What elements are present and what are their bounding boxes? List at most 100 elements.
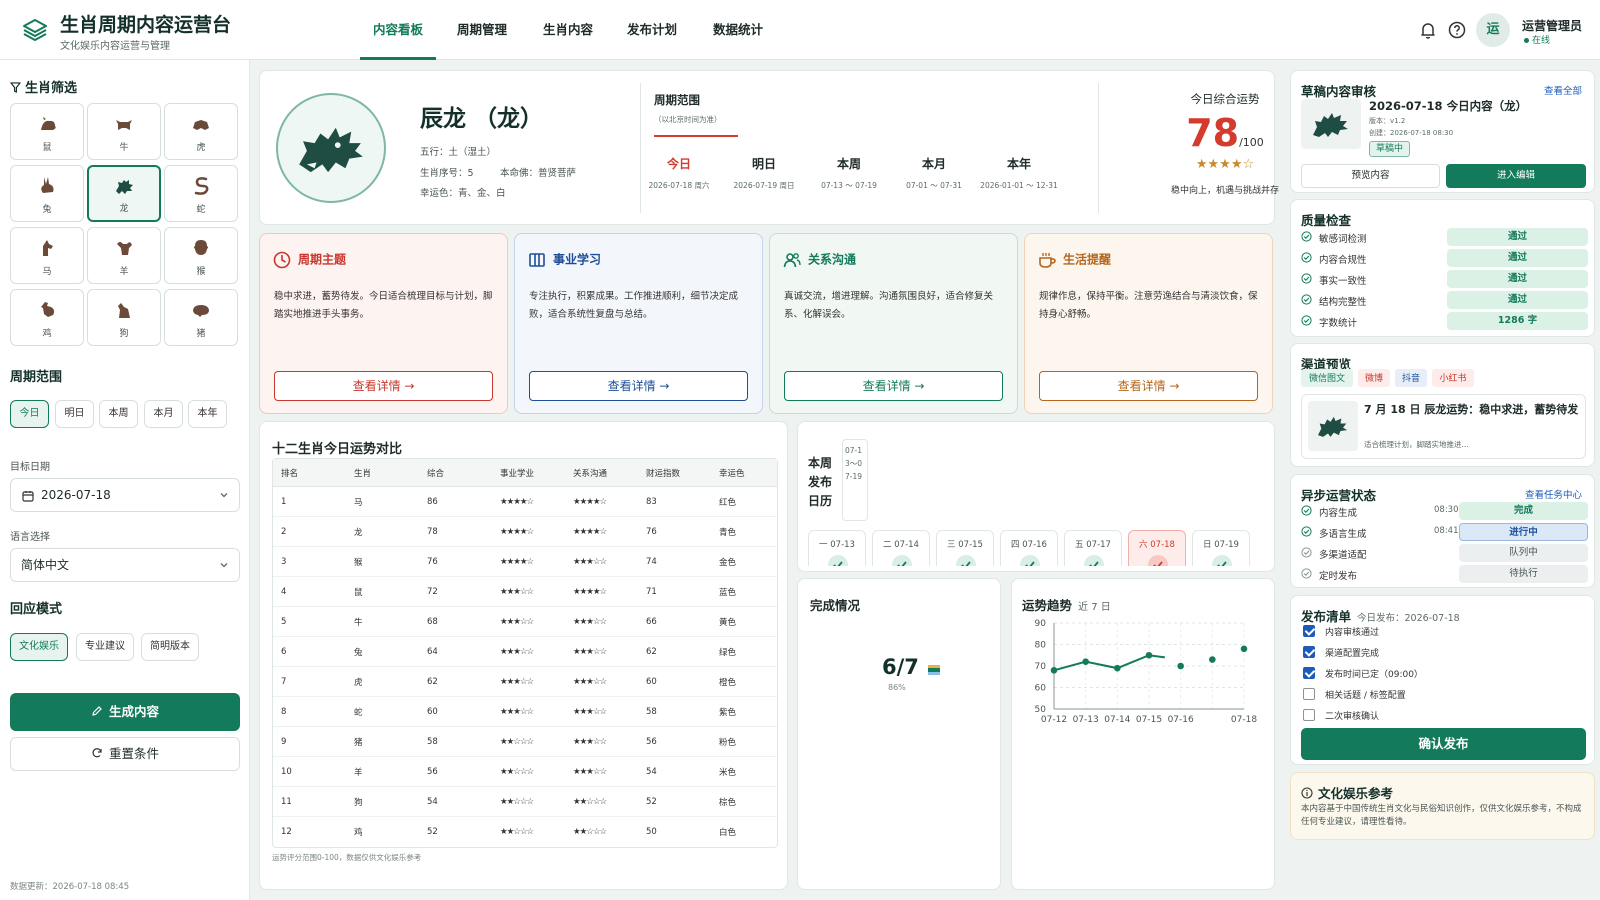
target-date-picker[interactable]: 2026-07-18 [10,478,240,512]
checkbox[interactable] [1303,646,1315,658]
quality-check-label: 事实一致性 [1319,276,1367,287]
data-point[interactable] [1177,662,1184,670]
theme-detail-button[interactable]: 查看详情 → [529,371,748,401]
user-avatar[interactable]: 运 [1476,13,1510,47]
zodiac-option-4[interactable]: 兔 [10,165,84,222]
checkbox[interactable] [1303,709,1315,721]
table-row[interactable]: 6 兔 64 ★★★☆☆ ★★★☆☆ 62 绿色 [273,637,777,667]
publish-check-item[interactable]: 相关话题 / 标签配置 [1303,685,1583,703]
table-row[interactable]: 3 猴 76 ★★★★☆ ★★★☆☆ 74 金色 [273,547,777,577]
period-today-button[interactable]: 今日 [10,400,49,428]
zodiac-animal-icon [194,177,209,195]
zodiac-option-10[interactable]: 鸡 [10,289,84,346]
checkbox[interactable] [1303,688,1315,700]
table-header-cell: 事业学业 [492,459,565,487]
reset-conditions-button[interactable]: 重置条件 [10,737,240,771]
data-point[interactable] [1114,664,1121,672]
calendar-day[interactable]: 五 07-17 [1064,530,1122,566]
theme-card-3: 关系沟通 真诚交流，增进理解。沟通氛围良好，适合修复关系、化解误会。 查看详情 → [769,233,1018,414]
calendar-day[interactable]: 日 07-19 [1192,530,1250,566]
publish-check-item[interactable]: 内容审核通过 [1303,622,1583,640]
enter-edit-button[interactable]: 进入编辑 [1446,164,1586,188]
nav-tab-cycle[interactable]: 周期管理 [444,0,520,60]
theme-detail-button[interactable]: 查看详情 → [274,371,493,401]
bell-icon[interactable] [1418,20,1438,40]
channel-chip[interactable]: 抖音 [1395,369,1427,387]
nav-tab-statistics[interactable]: 数据统计 [700,0,776,60]
data-point[interactable] [1209,656,1216,663]
calendar-day[interactable]: 三 07-15 [936,530,994,566]
table-row[interactable]: 11 狗 54 ★★☆☆☆ ★★☆☆☆ 52 棕色 [273,787,777,817]
period-year-button[interactable]: 本年 [188,400,227,428]
table-row[interactable]: 8 蛇 60 ★★★☆☆ ★★★☆☆ 58 紫色 [273,697,777,727]
table-cell: ★★★★☆ [565,577,638,607]
table-row[interactable]: 12 鸡 52 ★★☆☆☆ ★★☆☆☆ 50 白色 [273,817,777,847]
channel-chip[interactable]: 小红书 [1432,369,1474,387]
zodiac-label: 鼠 [42,143,52,153]
table-row[interactable]: 10 羊 56 ★★☆☆☆ ★★★☆☆ 54 米色 [273,757,777,787]
clock-icon [273,251,291,269]
table-row[interactable]: 2 龙 78 ★★★★☆ ★★★★☆ 76 青色 [273,517,777,547]
zodiac-option-9[interactable]: 猴 [164,227,238,284]
zodiac-option-3[interactable]: 虎 [164,103,238,160]
publish-check-item[interactable]: 二次审核确认 [1303,706,1583,724]
zodiac-option-1[interactable]: 鼠 [10,103,84,160]
period-column-4[interactable]: 本月 07-01 ～ 07-31 [886,155,982,191]
zodiac-option-8[interactable]: 羊 [87,227,161,284]
nav-tab-dashboard[interactable]: 内容看板 [360,0,436,60]
nav-tab-publish-plan[interactable]: 发布计划 [614,0,690,60]
help-icon[interactable] [1447,20,1467,40]
period-month-button[interactable]: 本月 [144,400,183,428]
table-cell: ★★★☆☆ [565,547,638,577]
task-center-link[interactable]: 查看任务中心 [1525,487,1582,501]
period-column-2[interactable]: 明日 2026-07-19 周日 [716,155,812,191]
calendar-day[interactable]: 四 07-16 [1000,530,1058,566]
zodiac-option-5[interactable]: 龙 [87,165,161,222]
view-all-link[interactable]: 查看全部 [1544,83,1582,97]
table-row[interactable]: 4 鼠 72 ★★★☆☆ ★★★★☆ 71 蓝色 [273,577,777,607]
period-column-5[interactable]: 本年 2026-01-01 ～ 12-31 [971,155,1067,191]
mode-concise-button[interactable]: 简明版本 [141,633,199,661]
zodiac-option-11[interactable]: 狗 [87,289,161,346]
period-week-button[interactable]: 本周 [99,400,138,428]
period-tomorrow-button[interactable]: 明日 [55,400,94,428]
language-select[interactable]: 简体中文 [10,548,240,582]
zodiac-option-7[interactable]: 马 [10,227,84,284]
zodiac-option-2[interactable]: 牛 [87,103,161,160]
mode-entertainment-button[interactable]: 文化娱乐 [10,633,68,661]
publish-check-item[interactable]: 发布时间已定（09:00） [1303,664,1583,682]
quality-check-row: 结构完整性 通过 [1301,290,1589,310]
theme-card-description: 规律作息，保持平衡。注意劳逸结合与清淡饮食，保持身心舒畅。 [1039,291,1258,320]
checkbox[interactable] [1303,625,1315,637]
data-point[interactable] [1050,667,1058,674]
zodiac-option-6[interactable]: 蛇 [164,165,238,222]
calendar-day[interactable]: 一 07-13 [808,530,866,566]
confirm-publish-button[interactable]: 确认发布 [1301,728,1586,760]
generate-content-button[interactable]: 生成内容 [10,693,240,731]
data-point[interactable] [1082,658,1089,665]
channel-post-card[interactable]: 7 月 18 日 辰龙运势：稳中求进，蓄势待发 适合梳理计划，脚踏实地推进... [1301,394,1586,459]
table-row[interactable]: 1 马 86 ★★★★☆ ★★★★☆ 83 红色 [273,487,777,517]
table-row[interactable]: 9 猪 58 ★★☆☆☆ ★★★☆☆ 56 粉色 [273,727,777,757]
channel-preview-panel: 渠道预览 微信图文 微博 抖音 小红书 7 月 18 日 辰龙运势：稳中求进，蓄势待发… [1290,343,1595,467]
data-point[interactable] [1240,645,1248,653]
table-row[interactable]: 7 虎 62 ★★★☆☆ ★★★☆☆ 60 橙色 [273,667,777,697]
calendar-day[interactable]: 六 07-18 [1128,530,1186,566]
preview-content-button[interactable]: 预览内容 [1301,164,1440,188]
calendar-day[interactable]: 二 07-14 [872,530,930,566]
period-column-3[interactable]: 本周 07-13 ～ 07-19 [801,155,897,191]
mode-professional-button[interactable]: 专业建议 [76,633,134,661]
checkbox[interactable] [1303,667,1315,679]
table-row[interactable]: 5 牛 68 ★★★☆☆ ★★★☆☆ 66 黄色 [273,607,777,637]
channel-chip[interactable]: 微信图文 [1301,369,1353,387]
theme-detail-button[interactable]: 查看详情 → [784,371,1003,401]
nav-tab-zodiac-content[interactable]: 生肖内容 [530,0,606,60]
publish-check-item[interactable]: 渠道配置完成 [1303,643,1583,661]
table-cell: 68 [419,607,492,637]
period-column-1[interactable]: 今日 2026-07-18 周六 [631,155,727,191]
quality-check-result: 通过 [1447,291,1588,309]
data-point[interactable] [1145,651,1153,659]
theme-detail-button[interactable]: 查看详情 → [1039,371,1258,401]
channel-chip[interactable]: 微博 [1358,369,1390,387]
zodiac-option-12[interactable]: 猪 [164,289,238,346]
